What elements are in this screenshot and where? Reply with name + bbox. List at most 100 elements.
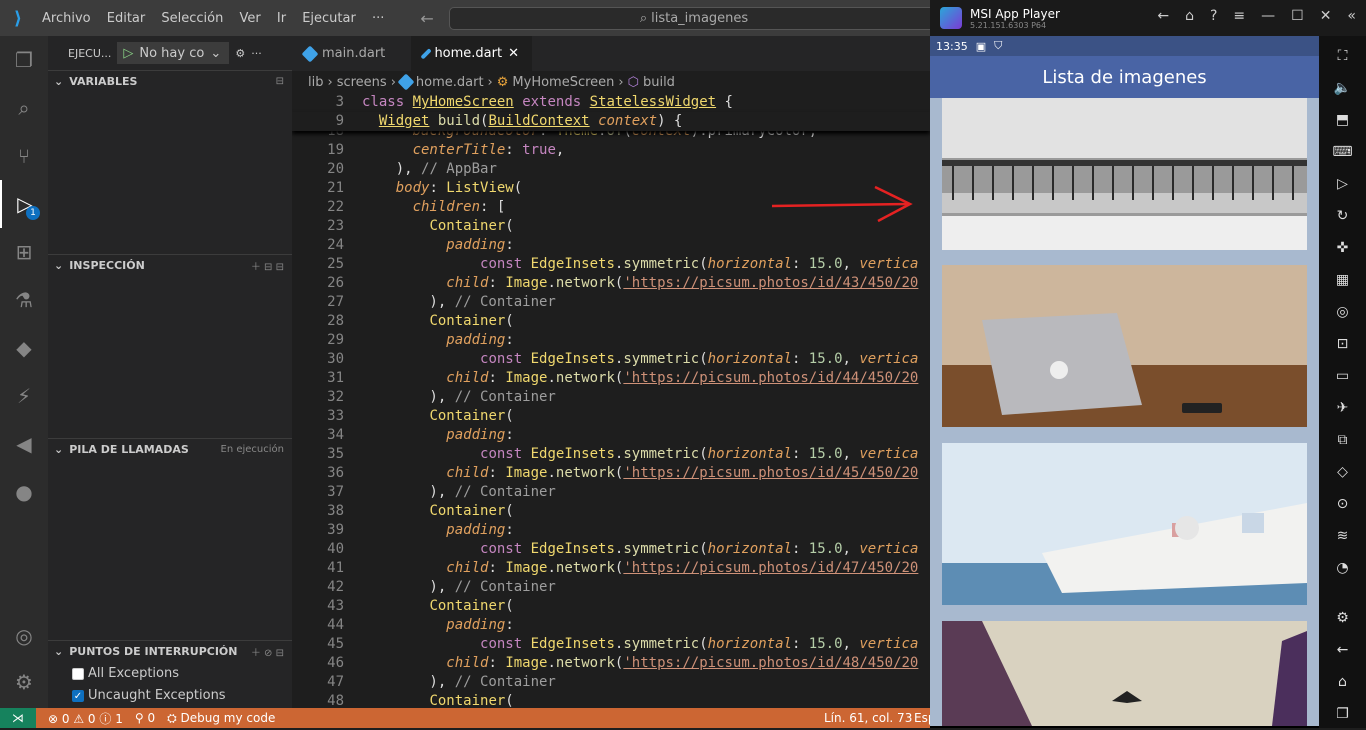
- checkbox-checked[interactable]: ✓: [72, 689, 84, 702]
- inspect-header[interactable]: ⌄ INSPECCIÓN ＋ ⊟ ⊟: [48, 254, 292, 276]
- eco-mode-icon[interactable]: ◔: [1336, 552, 1348, 584]
- code-line[interactable]: 36 child: Image.network('https://picsum.…: [292, 464, 930, 483]
- help-icon[interactable]: ?: [1210, 8, 1217, 24]
- gamepad-icon[interactable]: ✜: [1337, 232, 1349, 264]
- menu-ver[interactable]: Ver: [240, 11, 261, 26]
- play-icon[interactable]: ▷: [123, 46, 133, 61]
- search-icon[interactable]: ⌕: [0, 84, 48, 132]
- erase-icon[interactable]: ◇: [1337, 456, 1348, 488]
- gear-icon[interactable]: ⚙: [235, 47, 245, 60]
- tab-home-dart[interactable]: home.dart ✕: [412, 36, 532, 71]
- code-line[interactable]: 19 centerTitle: true,: [292, 141, 930, 160]
- account-icon[interactable]: ◎: [0, 612, 48, 660]
- crumb-method[interactable]: build: [643, 75, 675, 90]
- menu-archivo[interactable]: Archivo: [42, 11, 91, 26]
- menu-ir[interactable]: Ir: [277, 11, 286, 26]
- add-expression-icon[interactable]: ＋ ⊟ ⊟: [251, 258, 284, 273]
- rotate-icon[interactable]: ↻: [1337, 200, 1349, 232]
- sticky-scroll-line[interactable]: 3 class MyHomeScreen extends StatelessWid…: [292, 93, 930, 112]
- menu-more[interactable]: ···: [372, 11, 384, 26]
- sticky-scroll-line[interactable]: 9 Widget build(BuildContext context) {: [292, 112, 930, 131]
- minimize-icon[interactable]: —: [1261, 8, 1275, 24]
- tab-main-dart[interactable]: main.dart: [292, 36, 412, 71]
- code-line[interactable]: 27 ), // Container: [292, 293, 930, 312]
- settings-gear-icon[interactable]: ⚙: [1336, 602, 1349, 634]
- menu-ejecutar[interactable]: Ejecutar: [302, 11, 356, 26]
- code-line[interactable]: 25 const EdgeInsets.symmetric(horizontal…: [292, 255, 930, 274]
- folder-icon[interactable]: ▭: [1336, 360, 1349, 392]
- testing-icon[interactable]: ⚗: [0, 276, 48, 324]
- code-line[interactable]: 34 padding:: [292, 426, 930, 445]
- macro-icon[interactable]: ▷: [1337, 168, 1348, 200]
- keyboard-icon[interactable]: ⌨: [1332, 136, 1352, 168]
- code-line[interactable]: 42 ), // Container: [292, 578, 930, 597]
- menu-editar[interactable]: Editar: [107, 11, 146, 26]
- json-icon[interactable]: ●: [0, 468, 48, 516]
- problems-status[interactable]: ⊗ 0 ⚠ 0 ⓘ 1: [48, 710, 123, 727]
- variables-header[interactable]: ⌄ VARIABLES ⊟: [48, 70, 292, 92]
- back-icon[interactable]: ←: [1337, 634, 1349, 666]
- code-line[interactable]: 35 const EdgeInsets.symmetric(horizontal…: [292, 445, 930, 464]
- ports-status[interactable]: ⚲ 0: [135, 711, 155, 725]
- menu-seleccion[interactable]: Selección: [161, 11, 223, 26]
- code-line[interactable]: 45 const EdgeInsets.symmetric(horizontal…: [292, 635, 930, 654]
- close-icon[interactable]: ✕: [508, 46, 519, 61]
- crumb-lib[interactable]: lib: [308, 75, 323, 90]
- crumb-screens[interactable]: screens: [337, 75, 387, 90]
- code-line[interactable]: 38 Container(: [292, 502, 930, 521]
- code-line[interactable]: 28 Container(: [292, 312, 930, 331]
- bp-uncaught-exceptions[interactable]: ✓ Uncaught Exceptions: [72, 688, 226, 703]
- code-line[interactable]: 26 child: Image.network('https://picsum.…: [292, 274, 930, 293]
- debug-target[interactable]: ⛭ Debug my code: [167, 711, 275, 726]
- thunder-icon[interactable]: ⚡: [0, 372, 48, 420]
- code-line[interactable]: 39 padding:: [292, 521, 930, 540]
- source-control-icon[interactable]: ⑂: [0, 132, 48, 180]
- volume-icon[interactable]: 🔈: [1334, 72, 1351, 104]
- install-apk-icon[interactable]: ⬒: [1336, 104, 1349, 136]
- code-line[interactable]: 33 Container(: [292, 407, 930, 426]
- back-arrow-icon[interactable]: ←: [420, 9, 451, 28]
- home-icon[interactable]: ⌂: [1338, 666, 1347, 698]
- code-line[interactable]: 44 padding:: [292, 616, 930, 635]
- run-debug-icon[interactable]: ▷ 1: [0, 180, 48, 228]
- command-center-search[interactable]: ⌕ lista_imagenes: [449, 7, 939, 30]
- extensions-icon[interactable]: ⊞: [0, 228, 48, 276]
- record-icon[interactable]: ⊡: [1337, 328, 1349, 360]
- code-line[interactable]: 41 child: Image.network('https://picsum.…: [292, 559, 930, 578]
- code-line[interactable]: 46 child: Image.network('https://picsum.…: [292, 654, 930, 673]
- fullscreen-icon[interactable]: ⛶: [1338, 40, 1348, 72]
- recents-icon[interactable]: ❐: [1336, 698, 1349, 730]
- launch-config-select[interactable]: ▷ No hay co ⌄: [117, 42, 230, 64]
- code-line[interactable]: 31 child: Image.network('https://picsum.…: [292, 369, 930, 388]
- checkbox[interactable]: [72, 667, 84, 680]
- breakpoints-header[interactable]: ⌄ PUNTOS DE INTERRUPCIÓN ＋ ⊘ ⊟: [48, 640, 292, 662]
- crumb-class[interactable]: MyHomeScreen: [512, 75, 614, 90]
- flutter-icon[interactable]: ◀: [0, 420, 48, 468]
- code-line[interactable]: 47 ), // Container: [292, 673, 930, 692]
- close-icon[interactable]: ✕: [1320, 8, 1332, 24]
- apk-icon[interactable]: ▦: [1336, 264, 1349, 296]
- settings-gear-icon[interactable]: ⚙: [0, 658, 48, 706]
- code-line[interactable]: 29 padding:: [292, 331, 930, 350]
- remote-icon[interactable]: ⋊: [0, 708, 36, 728]
- python-icon[interactable]: ◆: [0, 324, 48, 372]
- add-breakpoint-icon[interactable]: ＋ ⊘ ⊟: [251, 644, 284, 659]
- location-icon[interactable]: ⊙: [1337, 488, 1349, 520]
- collapse-panel-icon[interactable]: «: [1347, 8, 1356, 24]
- menu-icon[interactable]: ≡: [1233, 8, 1245, 24]
- home-icon[interactable]: ⌂: [1185, 8, 1194, 24]
- code-line[interactable]: 40 const EdgeInsets.symmetric(horizontal…: [292, 540, 930, 559]
- code-line[interactable]: 30 const EdgeInsets.symmetric(horizontal…: [292, 350, 930, 369]
- callstack-header[interactable]: ⌄ PILA DE LLAMADAS En ejecución: [48, 438, 292, 460]
- more-icon[interactable]: ···: [251, 47, 262, 60]
- screenshot-icon[interactable]: ◎: [1336, 296, 1348, 328]
- code-line[interactable]: 48 Container(: [292, 692, 930, 708]
- android-screen[interactable]: 13:35 ▣ ⛉ Lista de imagenes: [930, 36, 1319, 726]
- crumb-home[interactable]: home.dart: [416, 75, 484, 90]
- collapse-all-icon[interactable]: ⊟: [276, 76, 284, 87]
- code-line[interactable]: 32 ), // Container: [292, 388, 930, 407]
- layers-icon[interactable]: ≋: [1337, 520, 1349, 552]
- airplane-icon[interactable]: ✈: [1337, 392, 1349, 424]
- cursor-position[interactable]: Lín. 61, col. 73: [824, 711, 912, 725]
- code-line[interactable]: 20 ), // AppBar: [292, 160, 930, 179]
